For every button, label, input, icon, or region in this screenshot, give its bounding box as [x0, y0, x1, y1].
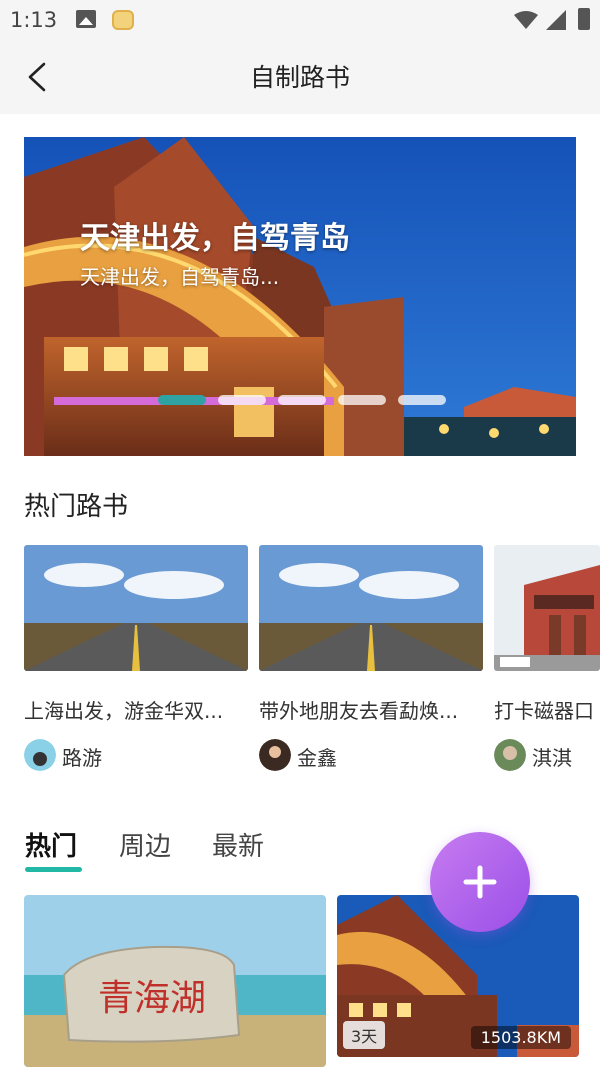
route-card-title: 上海出发，游金华双... [24, 699, 224, 723]
route-card-user: 路游 [62, 746, 102, 770]
avatar [259, 739, 291, 771]
route-card-image [259, 545, 483, 671]
banner-title: 天津出发，自驾青岛 [80, 221, 350, 256]
section-title-hot: 热门路书 [24, 492, 129, 522]
carousel-dot[interactable] [218, 395, 266, 405]
route-card-image [24, 545, 248, 671]
route-card[interactable]: 带外地朋友去看勐焕... 金鑫 [259, 545, 483, 771]
status-bar: 1:13 [0, 0, 600, 40]
signal-icon [546, 10, 566, 30]
distance-badge: 1503.8KM [470, 1026, 571, 1049]
banner-carousel[interactable]: 天津出发，自驾青岛 天津出发，自驾青岛... [24, 137, 576, 456]
days-badge: 3天 [343, 1021, 386, 1049]
avatar [494, 739, 526, 771]
tab-nearby[interactable]: 周边 [119, 826, 171, 863]
route-card[interactable]: 打卡磁器口 淇淇 [494, 545, 600, 771]
carousel-dot[interactable] [278, 395, 326, 405]
route-grid-image: 青海湖 [24, 895, 326, 1067]
app-notification-icon [112, 10, 134, 30]
carousel-dot[interactable] [158, 395, 206, 405]
wifi-icon [514, 11, 538, 29]
route-card-user: 淇淇 [532, 746, 572, 770]
page-title: 自制路书 [249, 63, 350, 92]
image-notification-icon [76, 10, 96, 28]
banner-image [24, 137, 576, 456]
tab-underline [25, 867, 82, 872]
route-card[interactable]: 上海出发，游金华双... 路游 [24, 545, 248, 771]
carousel-dot[interactable] [398, 395, 446, 405]
header: 自制路书 [0, 40, 600, 114]
image-stone-text: 青海湖 [98, 978, 206, 1019]
banner-subtitle: 天津出发，自驾青岛... [80, 265, 280, 289]
route-card-user: 金鑫 [297, 746, 337, 770]
plus-icon [463, 865, 497, 899]
carousel-dot[interactable] [338, 395, 386, 405]
add-route-button[interactable] [430, 832, 530, 932]
tab-hot[interactable]: 热门 [25, 826, 77, 863]
route-card-title: 带外地朋友去看勐焕... [259, 699, 459, 723]
status-time: 1:13 [10, 8, 58, 32]
battery-icon [578, 8, 590, 30]
tab-latest[interactable]: 最新 [212, 826, 264, 863]
route-card-title: 打卡磁器口 [494, 699, 594, 723]
route-card-image [494, 545, 600, 671]
avatar [24, 739, 56, 771]
route-grid-item[interactable]: 青海湖 [24, 895, 326, 1067]
